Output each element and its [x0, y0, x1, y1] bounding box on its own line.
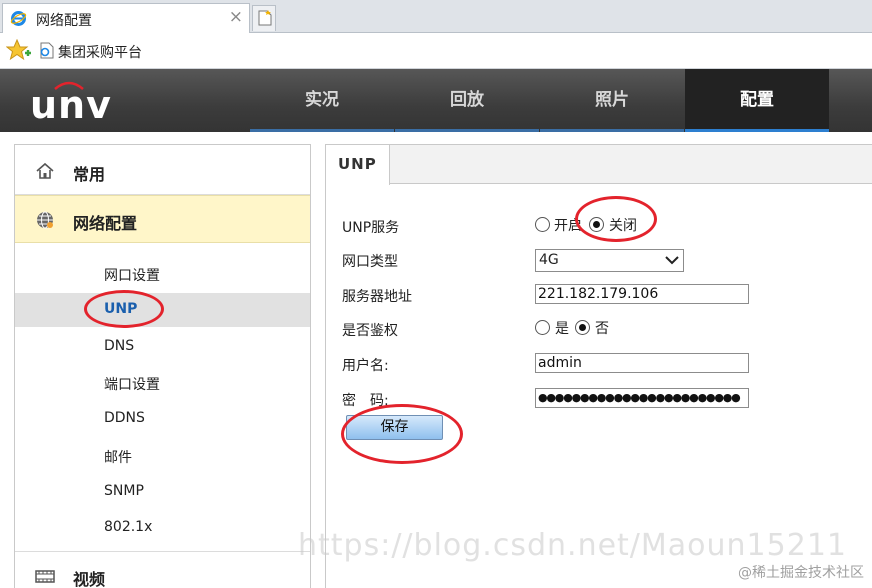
nav-tab-config[interactable]: 配置 — [685, 69, 829, 132]
auth-yes-radio[interactable] — [535, 320, 550, 335]
username-input[interactable]: admin — [535, 353, 749, 373]
nav-tab-live[interactable]: 实况 — [250, 69, 394, 132]
home-icon — [36, 162, 54, 179]
close-tab-icon[interactable]: × — [229, 7, 243, 27]
sidebar-section-label: 视频 — [73, 570, 106, 588]
new-tab-button[interactable] — [252, 5, 276, 31]
favorites-star-icon[interactable] — [6, 39, 32, 63]
site-watermark: @稀土掘金技术社区 — [738, 565, 864, 581]
sidebar-item-port-mapping[interactable]: 端口设置 — [15, 366, 310, 400]
username-label: 用户名: — [342, 358, 389, 374]
auth-yes-label: 是 — [555, 321, 569, 337]
chevron-down-icon — [665, 256, 679, 265]
favorites-bar: 集团采购平台 — [0, 33, 872, 69]
sidebar-section-label: 网络配置 — [73, 214, 138, 233]
nav-tab-label: 实况 — [305, 90, 339, 110]
annotation-circle-off — [575, 196, 657, 242]
sidebar-section-label: 常用 — [73, 165, 106, 184]
sidebar-item-snmp[interactable]: SNMP — [15, 475, 310, 509]
video-icon — [35, 570, 55, 583]
sidebar-item-label: SNMP — [104, 483, 144, 499]
logo-arc-icon — [54, 81, 84, 90]
auth-no-label: 否 — [595, 321, 609, 337]
sidebar-item-label: 网口设置 — [104, 268, 160, 284]
sidebar-section-network[interactable]: 网络配置 — [15, 195, 310, 243]
port-type-value: 4G — [539, 252, 559, 268]
auth-label: 是否鉴权 — [342, 323, 398, 339]
browser-tab[interactable]: 网络配置 × — [2, 3, 250, 33]
panel-gap — [311, 132, 325, 588]
config-sidebar: 常用 网络配置 网口设置 UNP DNS 端口设置 DDNS 邮件 SNMP 8… — [14, 144, 311, 588]
sidebar-item-port-settings[interactable]: 网口设置 — [15, 257, 310, 291]
favorite-link[interactable]: 集团采购平台 — [58, 42, 142, 62]
tab-label: UNP — [338, 155, 377, 173]
browser-tab-strip: 网络配置 × — [0, 0, 872, 33]
settings-tab-strip: UNP — [326, 145, 872, 185]
sidebar-section-common[interactable]: 常用 — [15, 147, 310, 195]
port-type-label: 网口类型 — [342, 254, 398, 270]
sidebar-item-label: DDNS — [104, 410, 145, 426]
nav-tab-playback[interactable]: 回放 — [395, 69, 539, 132]
tab-unp[interactable]: UNP — [326, 145, 390, 185]
sidebar-item-label: 邮件 — [104, 450, 132, 466]
annotation-circle-unp — [84, 290, 164, 328]
annotation-circle-save — [341, 404, 463, 464]
server-address-label: 服务器地址 — [342, 289, 412, 305]
port-type-select[interactable]: 4G — [535, 249, 684, 272]
screen: 网络配置 × 集团采购平台 unv 实况 回放 照片 配置 常用 网络配置 网口… — [0, 0, 872, 588]
nav-tab-label: 配置 — [740, 90, 774, 110]
sidebar-item-ddns[interactable]: DDNS — [15, 402, 310, 436]
browser-tab-title: 网络配置 — [36, 13, 92, 29]
sidebar-item-8021x[interactable]: 802.1x — [15, 511, 310, 545]
sidebar-item-label: 802.1x — [104, 519, 153, 535]
unv-logo: unv — [30, 83, 112, 127]
auth-no-radio[interactable] — [575, 320, 590, 335]
sidebar-item-dns[interactable]: DNS — [15, 330, 310, 364]
new-tab-icon — [258, 10, 272, 26]
server-address-input[interactable]: 221.182.179.106 — [535, 284, 749, 304]
nav-tab-label: 回放 — [450, 90, 484, 110]
unp-service-label: UNP服务 — [342, 220, 400, 236]
nav-underline — [685, 129, 829, 132]
sidebar-item-email[interactable]: 邮件 — [15, 439, 310, 473]
favorite-page-icon — [40, 42, 54, 59]
nav-tab-photo[interactable]: 照片 — [540, 69, 684, 132]
sidebar-item-label: DNS — [104, 338, 135, 354]
sidebar-section-video[interactable]: 视频 — [15, 551, 310, 588]
nav-tab-label: 照片 — [595, 90, 629, 110]
sidebar-item-label: 端口设置 — [104, 377, 160, 393]
nav-underline — [540, 129, 684, 132]
url-watermark: https://blog.csdn.net/Maoun15211 — [298, 528, 847, 563]
password-input[interactable]: ●●●●●●●●●●●●●●●●●●●●●●●● — [535, 388, 749, 408]
nav-underline — [395, 129, 539, 132]
ie-icon — [10, 11, 27, 26]
globe-icon — [37, 211, 53, 229]
unp-service-on-radio[interactable] — [535, 217, 550, 232]
